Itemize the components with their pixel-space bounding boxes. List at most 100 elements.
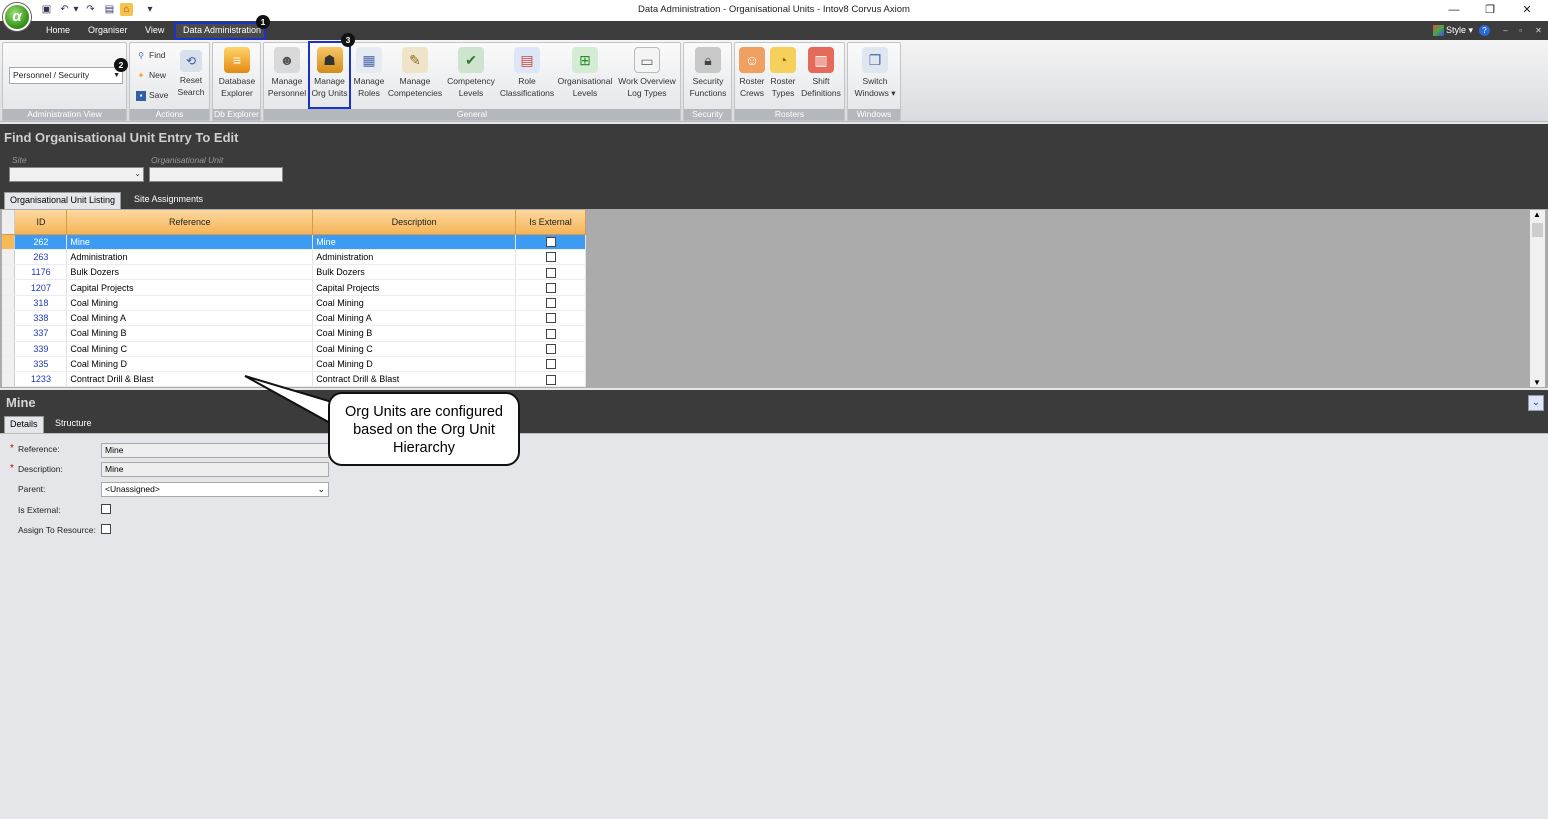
cell-reference: Coal Mining (66, 295, 314, 311)
description-input[interactable]: Mine (101, 462, 329, 477)
row-selector[interactable] (2, 356, 16, 373)
style-icon[interactable] (1433, 25, 1444, 36)
tab-details[interactable]: Details (4, 416, 44, 433)
table-row[interactable]: 1207 Capital Projects Capital Projects (2, 279, 586, 296)
tab-structure[interactable]: Structure (50, 416, 97, 433)
table-row[interactable]: 1176 Bulk Dozers Bulk Dozers (2, 264, 586, 281)
tab-site-assignments[interactable]: Site Assignments (129, 192, 208, 209)
table-row[interactable]: 318 Coal Mining Coal Mining (2, 295, 586, 311)
reference-input[interactable]: Mine (101, 443, 329, 458)
is-external-checkbox[interactable] (545, 267, 556, 278)
restore-icon[interactable]: ❐ (1478, 2, 1502, 18)
btn-l2: Roles (358, 88, 380, 98)
is-external-checkbox[interactable] (545, 328, 556, 339)
table-row[interactable]: 263 Administration Administration (2, 249, 586, 266)
is-external-checkbox[interactable] (545, 374, 556, 385)
shift-definitions-button[interactable]: ▥ Shift Definitions (799, 47, 843, 99)
find-button[interactable]: ⚲ Find (136, 49, 165, 61)
scroll-up-icon[interactable]: ▲ (1533, 210, 1541, 219)
required-marker: * (10, 463, 14, 474)
redo-icon[interactable]: ↷ (84, 3, 97, 16)
style-menu[interactable]: Style ▾ (1446, 25, 1473, 36)
mdi-minimize-icon[interactable]: – (1500, 25, 1511, 36)
work-overview-log-types-button[interactable]: ▭ Work Overview Log Types (615, 47, 679, 99)
row-selector[interactable] (2, 264, 16, 281)
column-id[interactable]: ID (14, 210, 68, 235)
is-external-checkbox[interactable] (545, 344, 556, 355)
table-row[interactable]: 338 Coal Mining A Coal Mining A (2, 310, 586, 327)
group-label: Actions (130, 109, 209, 120)
manage-personnel-button[interactable]: ☻ Manage Personnel (266, 47, 308, 99)
style-label: Style (1446, 25, 1467, 35)
close-icon[interactable]: ✕ (1515, 2, 1539, 18)
database-explorer-button[interactable]: ≡ Database Explorer (215, 47, 259, 99)
row-selector[interactable] (2, 279, 16, 296)
home-icon[interactable]: ⌂ (120, 3, 133, 16)
is-external-checkbox[interactable] (101, 504, 111, 514)
row-selector[interactable] (2, 325, 16, 342)
collapse-icon[interactable]: ⌄ (1528, 395, 1544, 411)
table-row[interactable]: 335 Coal Mining D Coal Mining D (2, 356, 586, 373)
row-selector[interactable] (2, 249, 16, 266)
roles-icon: ▦ (356, 47, 382, 73)
minimize-icon[interactable]: — (1442, 2, 1466, 18)
cell-description: Administration (312, 249, 517, 266)
switch-windows-button[interactable]: ❐ Switch Windows ▾ (850, 47, 900, 99)
is-external-checkbox[interactable] (545, 298, 556, 309)
mdi-close-icon[interactable]: ✕ (1533, 25, 1544, 36)
database-label: Database (218, 76, 256, 86)
is-external-checkbox[interactable] (545, 313, 556, 324)
is-external-checkbox[interactable] (545, 252, 556, 263)
security-functions-button[interactable]: 🔒︎ Security Functions (686, 47, 730, 99)
undo-icon[interactable]: ↶ (58, 3, 71, 16)
site-combo[interactable]: ⌄ (9, 167, 144, 182)
tab-organisational-unit-listing[interactable]: Organisational Unit Listing (4, 192, 122, 209)
reset-search-button[interactable]: ⟲ Reset Search (176, 47, 206, 98)
column-is-external[interactable]: Is External (515, 210, 586, 235)
manage-org-units-button[interactable]: ☗ Manage Org Units (310, 47, 349, 99)
menu-view[interactable]: View (145, 25, 164, 35)
row-selector[interactable] (2, 234, 16, 250)
assign-to-resource-checkbox[interactable] (101, 524, 111, 534)
column-description[interactable]: Description (312, 210, 517, 235)
column-reference[interactable]: Reference (66, 210, 314, 235)
print-icon[interactable]: ▤ (103, 3, 116, 16)
administration-view-select[interactable]: Personnel / Security ▼ (9, 67, 123, 84)
scroll-thumb[interactable] (1532, 223, 1543, 237)
undo-dropdown-icon[interactable]: ▾ (72, 3, 80, 16)
save-button[interactable]: ▪ Save (136, 89, 168, 101)
is-external-checkbox[interactable] (545, 282, 556, 293)
role-classifications-button[interactable]: ▤ Role Classifications (498, 47, 556, 99)
competency-levels-button[interactable]: ✔ Competency Levels (445, 47, 497, 99)
parent-combo[interactable]: <Unassigned> ⌄ (101, 482, 329, 497)
manage-roles-button[interactable]: ▦ Manage Roles (352, 47, 386, 99)
cell-is-external (515, 356, 586, 373)
row-selector[interactable] (2, 371, 16, 388)
cell-is-external (515, 371, 586, 388)
table-row[interactable]: 339 Coal Mining C Coal Mining C (2, 341, 586, 357)
row-selector[interactable] (2, 341, 16, 357)
mdi-restore-icon[interactable]: ▫ (1515, 25, 1526, 36)
new-button[interactable]: ✦ New (136, 69, 166, 81)
is-external-checkbox[interactable] (545, 236, 556, 247)
save-icon[interactable]: ▣ (40, 3, 53, 16)
menu-home[interactable]: Home (46, 25, 70, 35)
is-external-checkbox[interactable] (545, 359, 556, 370)
scroll-down-icon[interactable]: ▼ (1533, 378, 1541, 387)
roster-crews-button[interactable]: ☺ Roster Crews (737, 47, 767, 99)
org-unit-search-input[interactable] (149, 167, 283, 182)
menu-data-administration[interactable]: Data Administration (183, 25, 261, 35)
row-selector[interactable] (2, 295, 16, 311)
table-row[interactable]: 262 Mine Mine (2, 234, 586, 250)
customize-qat-icon[interactable]: ▾ (146, 3, 154, 16)
help-icon[interactable]: ? (1479, 25, 1490, 36)
menu-organiser[interactable]: Organiser (88, 25, 128, 35)
organisational-levels-button[interactable]: ⊞ Organisational Levels (556, 47, 614, 99)
app-orb-button[interactable]: α (3, 3, 31, 31)
grid-scrollbar[interactable]: ▲ ▼ (1530, 210, 1545, 387)
log-types-icon: ▭ (634, 47, 660, 73)
manage-competencies-button[interactable]: ✎ Manage Competencies (386, 47, 444, 99)
table-row[interactable]: 337 Coal Mining B Coal Mining B (2, 325, 586, 342)
roster-types-button[interactable]: ◔ Roster Types (768, 47, 798, 99)
row-selector[interactable] (2, 310, 16, 327)
